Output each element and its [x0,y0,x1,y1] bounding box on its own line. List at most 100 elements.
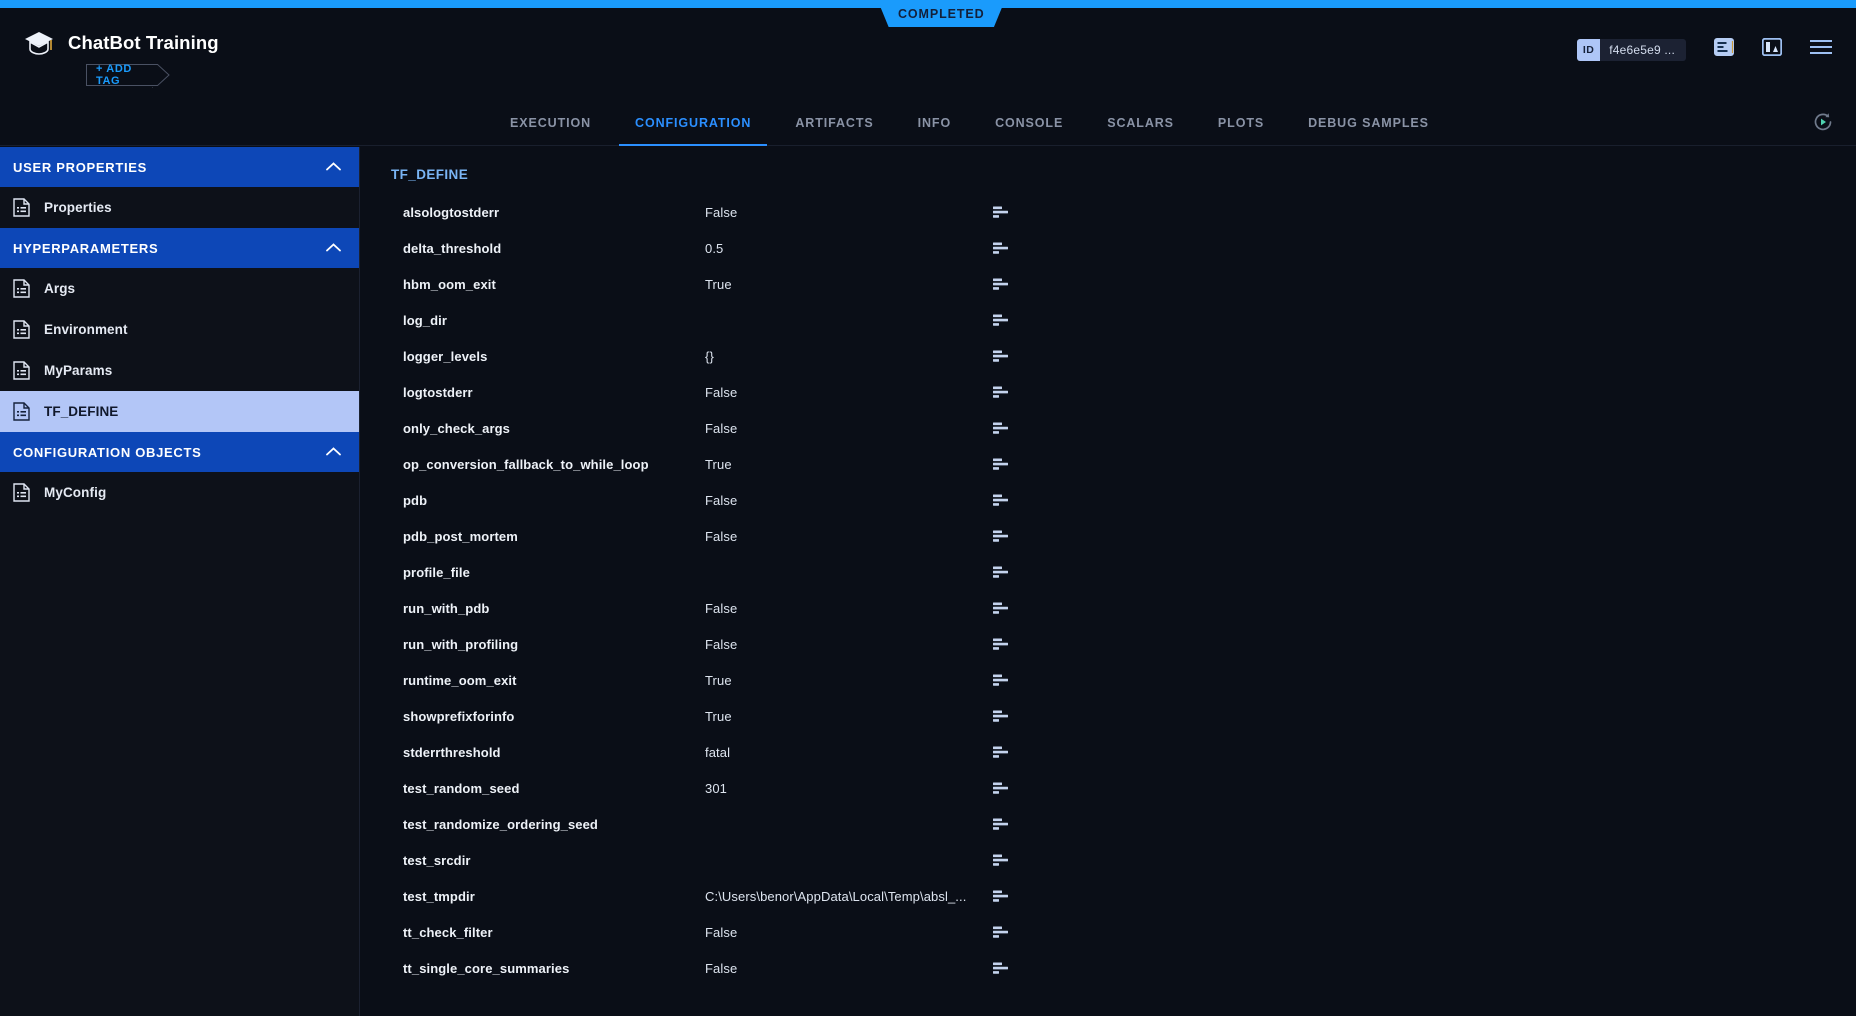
config-value: False [705,636,738,652]
tab-scalars[interactable]: SCALARS [1085,100,1196,146]
config-section-title: TF_DEFINE [391,167,469,182]
bars-chart-icon[interactable] [993,926,1019,938]
bars-chart-icon[interactable] [993,314,1019,326]
config-key: test_random_seed [403,780,520,796]
id-label: ID [1576,38,1601,61]
sidebar-item-myconfig[interactable]: MyConfig [0,472,359,513]
bars-chart-icon[interactable] [993,386,1019,398]
bars-chart-icon[interactable] [993,422,1019,434]
document-icon [13,402,30,421]
sidebar-item-label: TF_DEFINE [44,404,119,419]
sidebar-item-label: Properties [44,200,112,215]
document-icon [13,361,30,380]
bars-chart-icon[interactable] [993,638,1019,650]
table-row[interactable]: showprefixforinfo True [391,698,1856,734]
tab-console[interactable]: CONSOLE [973,100,1085,146]
sidebar-item-label: Args [44,281,76,296]
table-row[interactable]: test_srcdir [391,842,1856,878]
tab-plots[interactable]: PLOTS [1196,100,1286,146]
bars-chart-icon[interactable] [993,566,1019,578]
bars-chart-icon[interactable] [993,278,1019,290]
bars-chart-icon[interactable] [993,854,1019,866]
config-key: run_with_pdb [403,600,490,616]
bars-chart-icon[interactable] [993,206,1019,218]
bars-chart-icon[interactable] [993,818,1019,830]
bars-chart-icon[interactable] [993,746,1019,758]
table-row[interactable]: pdb_post_mortem False [391,518,1856,554]
table-row[interactable]: logger_levels {} [391,338,1856,374]
tab-list: EXECUTION CONFIGURATION ARTIFACTS INFO C… [0,100,1856,146]
config-value: False [705,204,738,220]
bars-chart-icon[interactable] [993,890,1019,902]
sidebar-section-label: HYPERPARAMETERS [13,240,159,256]
sidebar-section-configuration-objects[interactable]: CONFIGURATION OBJECTS [0,432,359,472]
bars-chart-icon[interactable] [993,962,1019,974]
document-icon [13,483,30,502]
tab-artifacts[interactable]: ARTIFACTS [773,100,895,146]
table-row[interactable]: pdb False [391,482,1856,518]
table-row[interactable]: logtostderr False [391,374,1856,410]
table-row[interactable]: runtime_oom_exit True [391,662,1856,698]
table-row[interactable]: log_dir [391,302,1856,338]
bars-chart-icon[interactable] [993,494,1019,506]
bars-chart-icon[interactable] [993,782,1019,794]
bars-chart-icon[interactable] [993,530,1019,542]
bars-chart-icon[interactable] [993,710,1019,722]
split-panel-icon[interactable] [1761,37,1783,61]
table-row[interactable]: run_with_pdb False [391,590,1856,626]
config-value: True [705,708,732,724]
bars-chart-icon[interactable] [993,602,1019,614]
document-icon [13,320,30,339]
sidebar-item-label: MyConfig [44,485,107,500]
table-row[interactable]: alsologtostderr False [391,194,1856,230]
config-value: True [705,672,732,688]
table-row[interactable]: tt_single_core_summaries False [391,950,1856,986]
sidebar-item-environment[interactable]: Environment [0,309,359,350]
table-row[interactable]: profile_file [391,554,1856,590]
config-key: only_check_args [403,420,511,436]
table-row[interactable]: stderrthreshold fatal [391,734,1856,770]
table-row[interactable]: test_random_seed 301 [391,770,1856,806]
chevron-up-icon [326,239,341,257]
sidebar-item-args[interactable]: Args [0,268,359,309]
table-row[interactable]: test_tmpdir C:\Users\benor\AppData\Local… [391,878,1856,914]
log-panel-icon[interactable] [1714,38,1734,61]
bars-chart-icon[interactable] [993,458,1019,470]
header-right-group: ID f4e6e5e9 ... [1576,37,1832,61]
config-key: alsologtostderr [403,204,500,220]
tab-debug-samples[interactable]: DEBUG SAMPLES [1286,100,1451,146]
tab-configuration[interactable]: CONFIGURATION [613,100,773,146]
tab-info[interactable]: INFO [896,100,973,146]
hamburger-menu-icon[interactable] [1810,39,1832,60]
add-tag-button[interactable]: + ADD TAG [86,63,170,87]
project-title-row: ChatBot Training [24,30,219,56]
bars-chart-icon[interactable] [993,674,1019,686]
chevron-up-icon [326,158,341,176]
sidebar-section-user-properties[interactable]: USER PROPERTIES [0,147,359,187]
tab-bar: EXECUTION CONFIGURATION ARTIFACTS INFO C… [0,100,1856,146]
sidebar-item-myparams[interactable]: MyParams [0,350,359,391]
table-row[interactable]: tt_check_filter False [391,914,1856,950]
table-row[interactable]: only_check_args False [391,410,1856,446]
config-value: True [705,456,732,472]
table-row[interactable]: test_randomize_ordering_seed [391,806,1856,842]
table-row[interactable]: op_conversion_fallback_to_while_loop Tru… [391,446,1856,482]
header-left-group: ChatBot Training + ADD TAG [24,30,219,87]
bars-chart-icon[interactable] [993,242,1019,254]
graduation-cap-icon [24,30,54,56]
sidebar-item-properties[interactable]: Properties [0,187,359,228]
config-key: test_srcdir [403,852,471,868]
sidebar-section-hyperparameters[interactable]: HYPERPARAMETERS [0,228,359,268]
config-table: alsologtostderr False delta_threshold 0.… [391,194,1856,986]
sidebar-section-label: CONFIGURATION OBJECTS [13,444,202,460]
sidebar-item-tf-define[interactable]: TF_DEFINE [0,391,359,432]
table-row[interactable]: delta_threshold 0.5 [391,230,1856,266]
table-row[interactable]: hbm_oom_exit True [391,266,1856,302]
replay-run-icon[interactable] [1812,111,1834,138]
config-key: test_tmpdir [403,888,475,904]
configuration-sidebar: USER PROPERTIES Properties HYPERPARAMETE… [0,147,360,1016]
tab-execution[interactable]: EXECUTION [488,100,613,146]
bars-chart-icon[interactable] [993,350,1019,362]
task-id-chip[interactable]: ID f4e6e5e9 ... [1576,38,1686,61]
table-row[interactable]: run_with_profiling False [391,626,1856,662]
